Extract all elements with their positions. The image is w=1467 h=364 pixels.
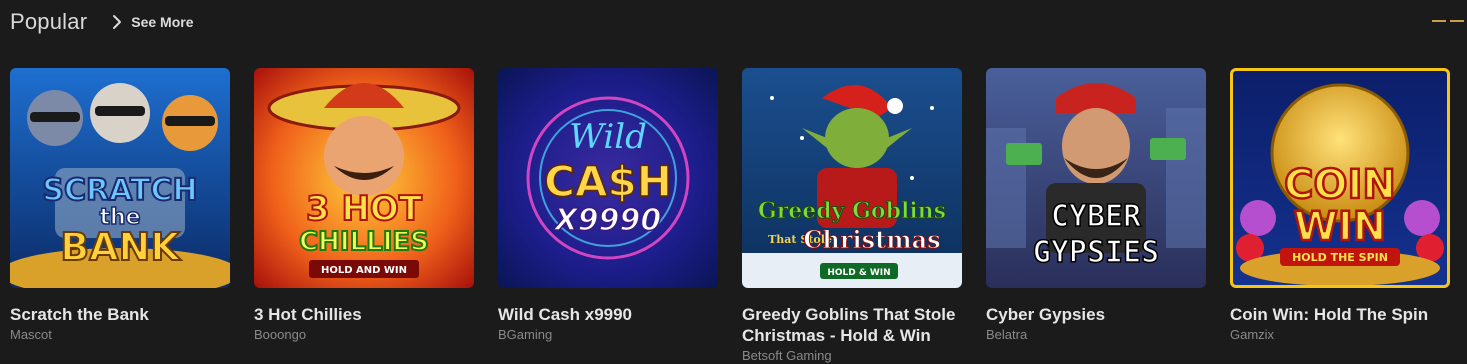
art-text-line: HOLD & WIN xyxy=(827,268,890,278)
games-carousel: SCRATCH the BANK Scratch the Bank Mascot xyxy=(10,68,1467,364)
carousel-indicator-next[interactable] xyxy=(1450,20,1464,22)
game-card-3-hot-chillies[interactable]: 3 HOT CHILLIES HOLD AND WIN 3 Hot Chilli… xyxy=(254,68,474,364)
greedy-goblins-art: Greedy Goblins That Stole Christmas HOLD… xyxy=(742,68,962,288)
art-text-line: Wild xyxy=(569,117,647,157)
game-provider: Gamzix xyxy=(1230,327,1275,342)
chevron-right-icon xyxy=(113,15,122,29)
game-title[interactable]: Coin Win: Hold The Spin xyxy=(1230,304,1450,325)
art-text-line: HOLD THE SPIN xyxy=(1292,251,1388,264)
game-card-cyber-gypsies[interactable]: CYBER GYPSIES Cyber Gypsies Belatra xyxy=(986,68,1206,364)
section-header: Popular See More xyxy=(10,6,193,38)
art-text-line: WIN xyxy=(1294,204,1386,250)
carousel-indicator-prev[interactable] xyxy=(1432,20,1446,22)
scratch-the-bank-art: SCRATCH the BANK xyxy=(10,68,230,288)
game-provider: Belatra xyxy=(986,327,1028,342)
art-text-line: HOLD AND WIN xyxy=(321,265,407,276)
game-thumbnail[interactable]: SCRATCH the BANK xyxy=(10,68,230,288)
coin-win-art: COIN WIN HOLD THE SPIN xyxy=(1230,68,1450,288)
art-text-line: SCRATCH xyxy=(42,173,197,208)
game-title[interactable]: Scratch the Bank xyxy=(10,304,230,325)
3-hot-chillies-art: 3 HOT CHILLIES HOLD AND WIN xyxy=(254,68,474,288)
game-card-wild-cash-x9990[interactable]: Wild CA$H X9990 Wild Cash x9990 BGaming xyxy=(498,68,718,364)
game-thumbnail[interactable]: COIN WIN HOLD THE SPIN xyxy=(1230,68,1450,288)
see-more-label: See More xyxy=(131,14,194,30)
art-text-line: Christmas xyxy=(803,225,940,254)
art-text-line: GYPSIES xyxy=(1033,235,1159,270)
game-provider: Booongo xyxy=(254,327,307,342)
game-card-scratch-the-bank[interactable]: SCRATCH the BANK Scratch the Bank Mascot xyxy=(10,68,230,364)
art-text-line: Greedy Goblins xyxy=(758,198,946,224)
game-thumbnail[interactable]: Greedy Goblins That Stole Christmas HOLD… xyxy=(742,68,962,288)
section-title: Popular xyxy=(10,9,88,34)
game-title[interactable]: 3 Hot Chillies xyxy=(254,304,474,325)
game-title[interactable]: Wild Cash x9990 xyxy=(498,304,718,325)
cyber-gypsies-art: CYBER GYPSIES xyxy=(986,68,1206,288)
art-text-line: 3 HOT xyxy=(306,189,423,229)
art-text-line: X9990 xyxy=(553,203,662,238)
art-text-line: CYBER xyxy=(1051,199,1142,234)
game-provider: BGaming xyxy=(498,327,553,342)
game-title[interactable]: Cyber Gypsies xyxy=(986,304,1206,325)
art-text-line: CHILLIES xyxy=(299,227,429,257)
art-text-line: CA$H xyxy=(544,157,672,206)
game-thumbnail[interactable]: Wild CA$H X9990 xyxy=(498,68,718,288)
game-title[interactable]: Greedy Goblins That Stole Christmas - Ho… xyxy=(742,304,962,346)
game-provider: Mascot xyxy=(10,327,52,342)
wild-cash-art: Wild CA$H X9990 xyxy=(498,68,718,288)
art-text-line: COIN xyxy=(1284,162,1396,208)
game-thumbnail[interactable]: CYBER GYPSIES xyxy=(986,68,1206,288)
see-more-link[interactable]: See More xyxy=(109,14,193,30)
game-card-greedy-goblins[interactable]: Greedy Goblins That Stole Christmas HOLD… xyxy=(742,68,962,364)
game-thumbnail[interactable]: 3 HOT CHILLIES HOLD AND WIN xyxy=(254,68,474,288)
game-card-coin-win[interactable]: COIN WIN HOLD THE SPIN Coin Win: Hold Th… xyxy=(1230,68,1450,364)
art-text-line: BANK xyxy=(60,225,181,269)
game-provider: Betsoft Gaming xyxy=(742,348,832,363)
